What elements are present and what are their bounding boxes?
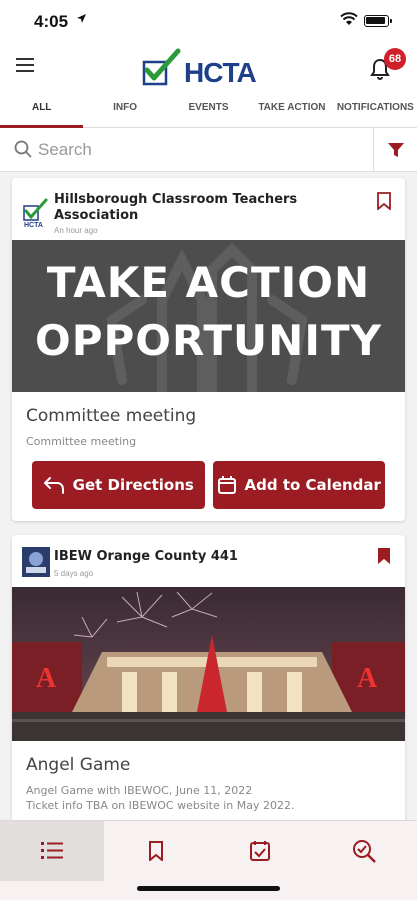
location-arrow-icon: [76, 13, 87, 27]
card-body: Angel Game Angel Game with IBEWOC, June …: [12, 741, 405, 820]
card-description: Committee meeting: [26, 435, 137, 448]
bookmark-filled-icon[interactable]: [377, 547, 391, 570]
status-time: 4:05: [34, 12, 69, 31]
card-title: Angel Game: [26, 755, 131, 775]
nav-bookmarks[interactable]: [104, 821, 208, 881]
tab-take-action[interactable]: TAKE ACTION: [250, 92, 333, 127]
logo-text: HCTA: [184, 57, 257, 88]
nav-tasks[interactable]: [208, 821, 312, 881]
svg-text:A: A: [357, 663, 378, 694]
tab-all[interactable]: ALL: [0, 92, 84, 128]
status-bar: 4:05: [0, 0, 417, 44]
category-tabs: ALL INFO EVENTS TAKE ACTION NOTIFICATION…: [0, 92, 417, 128]
hcta-logo: HCTA: [142, 48, 277, 88]
calendar-icon: [217, 476, 236, 494]
battery-icon: [364, 15, 392, 27]
hcta-org-avatar: HCTA: [22, 198, 50, 229]
notification-badge: 68: [384, 48, 406, 70]
feed-card[interactable]: HCTA Hillsborough Classroom Teachers Ass…: [12, 178, 405, 521]
tab-notifications[interactable]: NOTIFICATIONS: [334, 92, 417, 127]
svg-text:A: A: [36, 663, 57, 694]
home-indicator: [137, 886, 280, 891]
get-directions-label: Get Directions: [72, 476, 194, 494]
tab-info[interactable]: INFO: [83, 92, 166, 127]
stadium-photo: A A: [12, 587, 405, 741]
search-icon: [14, 140, 32, 163]
tab-events[interactable]: EVENTS: [167, 92, 250, 127]
card-header: HCTA Hillsborough Classroom Teachers Ass…: [12, 178, 405, 240]
org-name: Hillsborough Classroom Teachers Associat…: [54, 192, 298, 223]
filter-icon[interactable]: [387, 142, 405, 163]
post-time: An hour ago: [54, 226, 98, 235]
card-body: Committee meeting Committee meeting: [12, 392, 405, 449]
search-bar: [0, 128, 417, 172]
bookmark-icon: [149, 841, 163, 861]
add-to-calendar-button[interactable]: Add to Calendar: [212, 461, 385, 509]
search-divider: [373, 128, 374, 172]
menu-icon[interactable]: [16, 58, 34, 72]
take-action-banner: TAKE ACTION OPPORTUNITY: [12, 240, 405, 392]
banner-line-1: TAKE ACTION: [46, 258, 371, 307]
post-time: 5 days ago: [54, 569, 94, 578]
card-description-line-2: Ticket info TBA on IBEWOC website in May…: [26, 799, 295, 812]
search-input[interactable]: [38, 136, 358, 164]
wifi-icon: [340, 12, 358, 31]
get-directions-button[interactable]: Get Directions: [32, 461, 205, 509]
feed-list: HCTA Hillsborough Classroom Teachers Ass…: [0, 172, 417, 820]
card-actions: Get Directions Add to Calendar: [12, 449, 405, 521]
add-to-calendar-label: Add to Calendar: [244, 476, 381, 494]
banner-line-2: OPPORTUNITY: [34, 316, 383, 365]
search-check-icon: [353, 840, 376, 863]
directions-icon: [43, 477, 64, 494]
nav-search[interactable]: [312, 821, 416, 881]
feed-card[interactable]: IBEW Orange County 441 5 days ago A A An…: [12, 535, 405, 820]
nav-feed[interactable]: [0, 821, 104, 881]
bookmark-icon[interactable]: [377, 192, 391, 215]
org-name: IBEW Orange County 441: [54, 549, 238, 564]
card-description-line-1: Angel Game with IBEWOC, June 11, 2022: [26, 784, 253, 797]
app-header: HCTA 68: [0, 44, 417, 92]
card-header: IBEW Orange County 441 5 days ago: [12, 535, 405, 587]
card-title: Committee meeting: [26, 406, 197, 426]
svg-text:HCTA: HCTA: [24, 222, 43, 228]
list-icon: [41, 842, 63, 859]
checkbox-icon: [250, 841, 270, 861]
ibew-org-avatar: [22, 547, 50, 577]
